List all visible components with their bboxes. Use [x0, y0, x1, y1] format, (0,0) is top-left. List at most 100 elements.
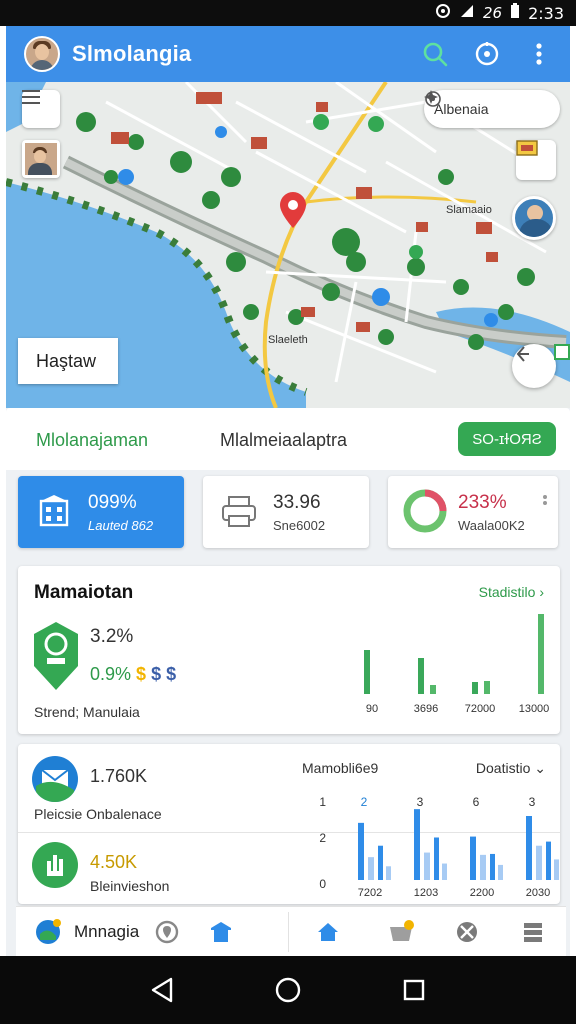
layers-button[interactable]: [516, 140, 556, 180]
tab-settings[interactable]: [434, 907, 500, 957]
x-tick-label: 2200: [470, 887, 494, 899]
y-tick-label: 0: [319, 877, 326, 891]
x-tick-label: 72000: [465, 703, 496, 715]
home-icon: [318, 922, 339, 941]
chevron-down-icon: ⌄: [534, 760, 546, 776]
chart-bar: [526, 816, 532, 880]
y-tick-label: 1: [319, 795, 326, 809]
tab-bar: Mlolanajaman Mlalmeiaalaptra SO-ɪɫOЯƧ: [6, 408, 570, 470]
metric-value: 1.760K: [90, 766, 148, 786]
map-search-label: Albenaia: [434, 101, 489, 117]
tab-more[interactable]: [500, 907, 566, 957]
settings-icon: [457, 921, 478, 942]
shop-icon: [211, 921, 232, 942]
chart-bar: [470, 836, 476, 880]
action-button[interactable]: SO-ɪɫOЯƧ: [458, 422, 556, 456]
chart-bar: [378, 845, 383, 880]
metric-value: 3.2%: [90, 626, 134, 647]
recents-icon[interactable]: [398, 974, 430, 1006]
chart-bar: [442, 863, 447, 880]
more-vert-icon[interactable]: [526, 41, 552, 67]
map-place-label: Slaeleth: [268, 334, 308, 346]
printer-icon: [221, 494, 257, 530]
bar-chart: 1 2 0 2 7202 3 1203 6 2200 3 2030: [319, 795, 559, 899]
menu-icon: [22, 90, 40, 104]
map-search-field[interactable]: Albenaia: [424, 90, 560, 128]
chart-bar: [414, 809, 420, 880]
more-vert-icon[interactable]: [542, 494, 548, 517]
battery-icon: [510, 3, 520, 23]
search-icon[interactable]: [422, 41, 448, 67]
statistics-link-label: Stadistilo: [478, 584, 536, 600]
chart-bar: [424, 852, 430, 880]
app-title: Slmolangia: [72, 41, 192, 66]
user-avatar[interactable]: [24, 36, 60, 72]
mail-icon: [32, 756, 78, 802]
stat-sub: Lauted 862: [88, 518, 154, 533]
stat-value: 099%: [88, 492, 137, 513]
map-user-avatar[interactable]: [22, 140, 60, 178]
chart-bar: [386, 866, 391, 880]
stat-sub: Sne6002: [273, 518, 326, 533]
y-tick-label: 2: [319, 831, 326, 845]
currency-symbol: $: [136, 664, 147, 684]
bar-chart: 90 3696 72000 13000: [364, 614, 549, 715]
donut-chart-icon: [402, 488, 448, 534]
summary-card: Mamaiotan Stadistilo › 3.2% 0.9% $ $ $ S…: [18, 566, 560, 734]
tab-home[interactable]: Mnnagia: [16, 907, 288, 957]
stat-value: 33.96: [273, 492, 321, 513]
statistics-link[interactable]: Stadistilo ›: [479, 584, 544, 600]
map-menu-button[interactable]: [22, 90, 60, 128]
zoom-control[interactable]: [554, 344, 570, 360]
detail-card: 1.760K Pleicsie Onbalenace 4.50K Bleinvi…: [18, 744, 560, 904]
chart-bar: [472, 682, 478, 694]
chart-bar: [484, 681, 490, 694]
location-icon[interactable]: [474, 41, 500, 67]
stat-card-2[interactable]: 33.96 Sne6002: [203, 476, 369, 548]
stat-card-3[interactable]: 233% Waala00K2: [388, 476, 558, 548]
series-top-label: 2: [361, 795, 368, 809]
app-logo-icon: [36, 918, 61, 944]
metric-value-secondary: 0.9% $ $ $: [90, 664, 176, 685]
map-place-label: Slamaaio: [446, 204, 492, 216]
hotspot-icon: [435, 3, 451, 23]
map-overlay-label: Haştaw: [18, 338, 118, 384]
pin-icon: [156, 920, 179, 943]
map-view[interactable]: Slamaaio Slaeleth Albenaia Haştaw: [6, 82, 570, 408]
tab-primary[interactable]: Mlolanajaman: [36, 430, 148, 451]
panel-title: Mamaiotan: [34, 582, 134, 603]
place-photo-icon[interactable]: [512, 196, 556, 240]
tab-explore[interactable]: [289, 907, 369, 957]
chart-bar: [538, 614, 544, 694]
home-circle-icon[interactable]: [272, 974, 304, 1006]
sparkle-icon: [424, 90, 438, 104]
shield-icon: [32, 620, 80, 692]
chart-bar: [554, 859, 559, 880]
x-tick-label: 90: [366, 703, 378, 715]
currency-symbol: $ $: [151, 664, 177, 684]
series-top-label: 3: [529, 795, 536, 809]
metric-label: Pleicsie Onbalenace: [34, 806, 162, 822]
metric-value: 4.50K: [90, 852, 138, 872]
panel-caption: Strend; Manulaia: [34, 704, 140, 720]
chart-bar: [364, 650, 370, 694]
stat-value: 233%: [458, 492, 507, 513]
building-icon: [36, 494, 72, 530]
series-top-label: 6: [473, 795, 480, 809]
navigate-button[interactable]: [512, 344, 556, 388]
chevron-right-icon: ›: [539, 584, 544, 600]
x-tick-label: 3696: [414, 703, 438, 715]
stat-card-1[interactable]: 099% Lauted 862: [18, 476, 184, 548]
layers-icon: [516, 140, 538, 156]
metric-percent: 0.9%: [90, 664, 132, 684]
chart-bar: [368, 857, 374, 880]
metric-label: Bleinvieshon: [90, 878, 170, 894]
series-top-label: 3: [417, 795, 424, 809]
period-dropdown[interactable]: Doatistio ⌄: [476, 760, 546, 777]
chart-bar: [546, 841, 551, 880]
list-icon: [524, 922, 543, 942]
back-icon[interactable]: [146, 974, 178, 1006]
tab-secondary[interactable]: Mlalmeiaalaptra: [220, 430, 347, 451]
chart-bar: [434, 837, 439, 880]
tab-cart[interactable]: [368, 907, 434, 957]
